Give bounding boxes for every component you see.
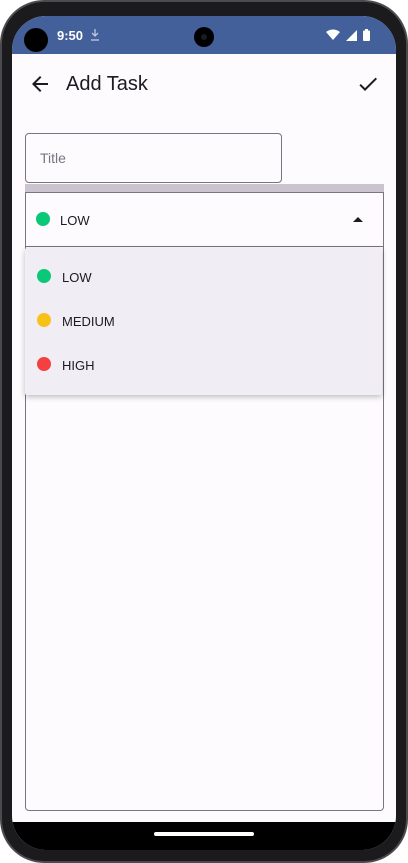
wifi-icon — [326, 29, 340, 40]
priority-option-high[interactable]: HIGH — [25, 342, 382, 386]
battery-icon — [363, 29, 370, 41]
priority-dot-high — [37, 357, 51, 371]
priority-option-label: MEDIUM — [62, 314, 115, 329]
priority-option-label: LOW — [62, 270, 92, 285]
home-gesture-handle[interactable] — [154, 832, 254, 836]
navigation-bar — [12, 822, 396, 850]
signal-icon — [346, 29, 357, 41]
status-time: 9:50 — [57, 28, 84, 43]
priority-option-low[interactable]: LOW — [25, 254, 382, 298]
download-icon — [91, 29, 99, 41]
priority-dot-low — [37, 269, 51, 283]
priority-field-shadow — [25, 184, 384, 192]
title-input[interactable] — [26, 134, 274, 182]
title-field[interactable] — [25, 133, 282, 183]
camera-cutout — [24, 28, 48, 52]
priority-dot-medium — [37, 313, 51, 327]
device-frame: 9:50 Add Task Title LOW LOW MEDIUM HIGH — [0, 0, 408, 863]
page-title: Add Task — [66, 73, 148, 95]
priority-option-label: HIGH — [62, 358, 95, 373]
priority-menu: LOW MEDIUM HIGH — [25, 248, 382, 395]
arrow-drop-up-icon — [353, 217, 363, 222]
priority-option-medium[interactable]: MEDIUM — [25, 298, 382, 342]
top-app-bar: Add Task — [12, 54, 396, 116]
front-camera — [194, 27, 214, 47]
screen: 9:50 Add Task Title LOW LOW MEDIUM HIGH — [12, 16, 396, 850]
priority-selected-label: LOW — [60, 213, 90, 228]
arrow-back-icon[interactable] — [28, 72, 52, 96]
check-icon[interactable] — [356, 72, 380, 96]
status-bar: 9:50 — [12, 16, 396, 54]
status-icons — [326, 29, 370, 41]
priority-dropdown[interactable]: LOW — [25, 192, 384, 247]
priority-color-dot — [36, 212, 50, 226]
